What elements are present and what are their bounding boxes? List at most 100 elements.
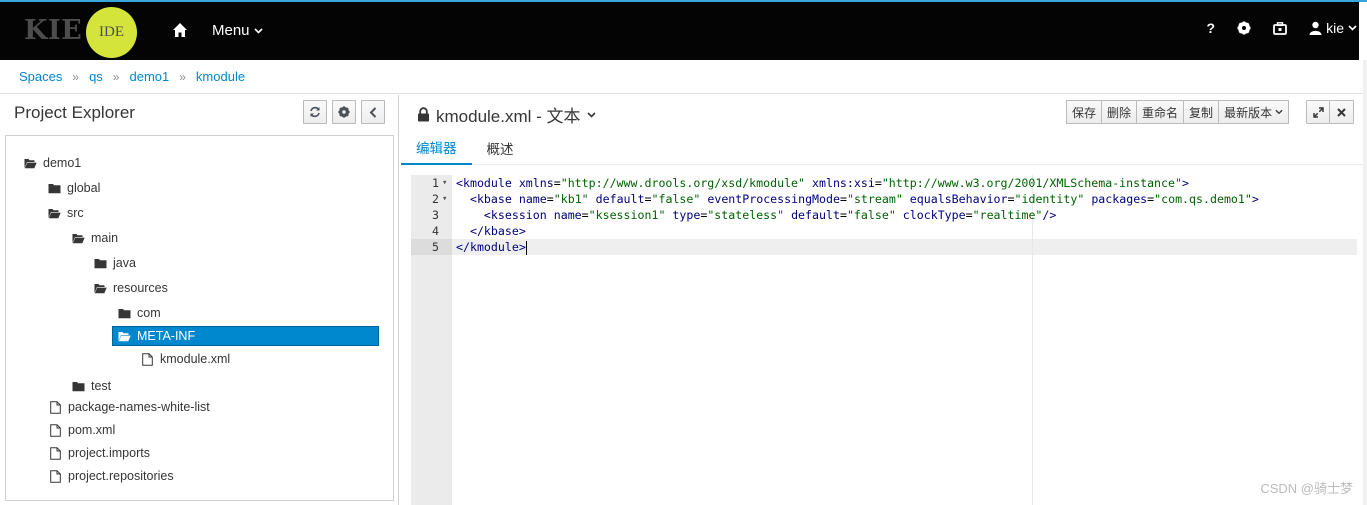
editor-panel: kmodule.xml - 文本 保存 删除 重命名 复制 最新版本 编辑器 概… [401, 95, 1367, 505]
text-caret [525, 240, 527, 255]
menu-dropdown[interactable]: Menu [212, 22, 263, 39]
tree-item-label: project.imports [68, 446, 150, 460]
breadcrumb-demo1[interactable]: demo1 [129, 69, 169, 84]
editor-title-text: kmodule.xml - 文本 [436, 107, 581, 126]
tab-editor[interactable]: 编辑器 [401, 131, 472, 165]
line-number: 3 [432, 208, 439, 222]
save-button[interactable]: 保存 [1066, 100, 1103, 124]
tree-item-kmodule-xml[interactable]: kmodule.xml [140, 349, 230, 369]
project-tree: demo1 global src main java resources com [5, 135, 394, 501]
gear-icon [1237, 21, 1251, 35]
code-line-5: </kmodule> [456, 240, 527, 255]
breadcrumb-separator-icon: » [72, 69, 80, 84]
folder-open-icon [117, 331, 131, 342]
line-number: 2 [432, 192, 439, 206]
tree-item-java[interactable]: java [93, 253, 136, 273]
document-actions: 保存 删除 重命名 复制 最新版本 [1066, 100, 1290, 124]
fold-toggle-icon[interactable]: ▾ [442, 175, 447, 191]
tab-overview[interactable]: 概述 [472, 131, 529, 165]
collapse-panel-button[interactable] [361, 100, 385, 124]
tree-item-com[interactable]: com [117, 303, 161, 323]
lock-icon [418, 107, 429, 122]
tree-item-pom-xml[interactable]: pom.xml [48, 420, 115, 440]
chevron-down-icon [1275, 109, 1283, 115]
folder-icon [93, 258, 107, 269]
user-menu[interactable]: kie [1309, 20, 1357, 36]
close-button[interactable] [1330, 100, 1354, 124]
print-margin [1032, 175, 1033, 505]
line-number-active: 5 [411, 239, 452, 255]
chevron-left-icon [369, 106, 377, 118]
file-icon [48, 423, 62, 437]
folder-open-icon [71, 233, 85, 244]
explorer-settings-button[interactable] [332, 100, 356, 124]
watermark: CSDN @骑士梦 [1260, 481, 1353, 496]
home-icon[interactable] [172, 22, 190, 40]
tree-item-label: project.repositories [68, 469, 174, 483]
tree-item-label: META-INF [137, 329, 196, 343]
user-icon [1309, 21, 1322, 35]
tree-item-label: src [67, 206, 84, 220]
tree-item-global[interactable]: global [47, 178, 100, 198]
tree-item-test[interactable]: test [71, 376, 111, 396]
tree-item-label: global [67, 181, 101, 195]
tasks-button[interactable] [1273, 21, 1287, 35]
breadcrumb: Spaces » qs » demo1 » kmodule [0, 60, 1367, 94]
refresh-button[interactable] [303, 100, 327, 124]
rename-button[interactable]: 重命名 [1137, 100, 1185, 124]
tree-item-resources[interactable]: resources [93, 278, 168, 298]
gear-icon [338, 106, 350, 118]
breadcrumb-kmodule[interactable]: kmodule [196, 69, 245, 84]
tree-item-label: demo1 [43, 156, 82, 170]
latest-version-label: 最新版本 [1224, 105, 1273, 120]
latest-version-dropdown[interactable]: 最新版本 [1219, 100, 1290, 124]
help-icon: ? [1206, 20, 1216, 36]
tree-item-package-names-white-list[interactable]: package-names-white-list [48, 397, 210, 417]
folder-icon [47, 183, 61, 194]
panel-title: Project Explorer [14, 103, 135, 122]
tree-item-label: package-names-white-list [68, 400, 210, 414]
refresh-icon [310, 106, 320, 118]
settings-button[interactable] [1237, 21, 1251, 35]
file-icon [48, 446, 62, 460]
tree-item-src[interactable]: src [47, 203, 84, 223]
file-icon [48, 400, 62, 414]
help-button[interactable]: ? [1207, 20, 1216, 36]
line-number: 4 [432, 224, 439, 238]
fold-toggle-icon[interactable]: ▾ [442, 191, 447, 207]
tree-item-meta-inf[interactable]: META-INF [112, 326, 379, 346]
project-explorer-panel: Project Explorer demo1 global src main j… [0, 95, 399, 505]
copy-button[interactable]: 复制 [1184, 100, 1220, 124]
code-line-2: <kbase name="kb1" default="false" eventP… [469, 192, 1259, 206]
file-icon [48, 469, 62, 483]
brand-ide-badge: IDE [86, 7, 137, 58]
folder-open-icon [47, 208, 61, 219]
breadcrumb-spaces[interactable]: Spaces [19, 69, 62, 84]
kie-ide-logo[interactable]: KIE IDE [0, 2, 140, 60]
page-scrollbar[interactable] [1363, 60, 1367, 505]
folder-open-icon [93, 283, 107, 294]
editor-tabs: 编辑器 概述 [401, 131, 1367, 165]
tree-item-label: resources [113, 281, 168, 295]
breadcrumb-separator-icon: » [179, 69, 186, 84]
top-navbar: KIE IDE Menu ? kie [0, 0, 1367, 60]
code-line-4: </kbase> [469, 224, 526, 238]
tree-item-project-imports[interactable]: project.imports [48, 443, 150, 463]
editor-title-dropdown[interactable]: kmodule.xml - 文本 [417, 102, 596, 127]
tree-item-main[interactable]: main [71, 228, 118, 248]
breadcrumb-separator-icon: » [112, 69, 120, 84]
active-line-highlight [452, 239, 1357, 255]
tree-item-demo1[interactable]: demo1 [23, 153, 81, 173]
delete-button[interactable]: 删除 [1102, 100, 1138, 124]
file-icon [140, 352, 154, 366]
breadcrumb-qs[interactable]: qs [89, 69, 103, 84]
folder-icon [71, 381, 85, 392]
menu-label: Menu [212, 22, 250, 39]
folder-open-icon [23, 158, 37, 169]
maximize-button[interactable] [1306, 100, 1330, 124]
code-editor[interactable]: 1 ▾ 2 ▾ 3 4 5 <kmodule xmlns="http://www… [411, 175, 1357, 505]
expand-icon [1312, 106, 1324, 118]
tree-item-label: java [113, 256, 136, 270]
tree-item-project-repositories[interactable]: project.repositories [48, 466, 174, 486]
window-edge [1359, 2, 1367, 60]
